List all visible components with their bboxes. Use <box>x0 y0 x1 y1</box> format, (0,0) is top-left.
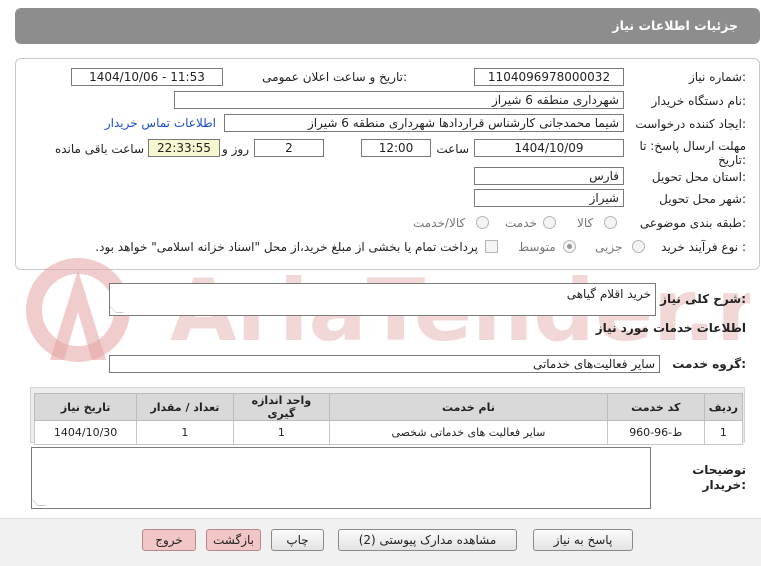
category-both-label: کالا/خدمت <box>413 216 466 230</box>
details-panel <box>15 58 760 270</box>
deadline-label-2: تاریخ: <box>718 153 746 167</box>
category-service-radio[interactable] <box>543 216 556 229</box>
deadline-label: مهلت ارسال پاسخ: تا <box>639 139 746 153</box>
need-number-field[interactable]: 1104096978000032 <box>474 68 624 86</box>
page-title: جزئیات اطلاعات نیاز <box>612 18 738 33</box>
service-group-field[interactable]: سایر فعالیت‌های خدماتی <box>109 355 660 373</box>
buyer-notes-label-2: خریدار: <box>702 478 746 492</box>
deadline-time-field[interactable]: 12:00 <box>361 139 431 157</box>
exit-button[interactable]: خروج <box>142 529 196 551</box>
description-label: شرح کلی نیاز: <box>660 292 746 306</box>
requester-field[interactable]: شیما محمدجانی کارشناس قراردادها شهرداری … <box>224 114 624 132</box>
attachments-button[interactable]: مشاهده مدارک پیوستی (2) <box>338 529 517 551</box>
remaining-time-field: 22:33:55 <box>148 139 220 157</box>
days-field[interactable]: 2 <box>254 139 324 157</box>
col-quantity: تعداد / مقدار <box>136 393 234 421</box>
requester-label: ایجاد کننده درخواست: <box>635 117 746 131</box>
deadline-date-field[interactable]: 1404/10/09 <box>474 139 624 157</box>
description-text: خرید اقلام گیاهی <box>566 287 651 301</box>
province-field[interactable]: فارس <box>474 167 624 185</box>
process-minor-label: جزیی <box>595 240 623 254</box>
col-need-date: تاریخ نیاز <box>33 393 138 421</box>
service-group-label: گروه خدمت: <box>672 357 746 371</box>
table-row[interactable]: 1 ط-96-960 سایر فعالیت های خدماتی شخصی 1… <box>33 420 744 445</box>
col-unit: واحد اندازه گیری <box>232 393 331 421</box>
services-section-title: اطلاعات خدمات مورد نیاز <box>595 321 746 335</box>
col-service-name: نام خدمت <box>329 393 608 421</box>
cell-quantity: 1 <box>136 420 234 445</box>
cell-service-name: سایر فعالیت های خدماتی شخصی <box>329 420 608 445</box>
reply-button[interactable]: پاسخ به نیاز <box>533 529 633 551</box>
services-table: ردیف کد خدمت نام خدمت واحد اندازه گیری ت… <box>33 393 744 445</box>
category-goods-label: کالا <box>577 216 594 230</box>
category-label: طبقه بندی موضوعی: <box>639 216 746 230</box>
process-label: نوع فرآیند خرید : <box>661 240 746 254</box>
category-service-label: خدمت <box>505 216 537 230</box>
col-service-code: کد خدمت <box>606 393 705 421</box>
services-table-panel: ردیف کد خدمت نام خدمت واحد اندازه گیری ت… <box>30 387 745 445</box>
process-minor-radio[interactable] <box>632 240 645 253</box>
buyer-contact-link[interactable]: اطلاعات تماس خریدار <box>105 116 216 130</box>
province-label: استان محل تحویل: <box>651 170 746 184</box>
print-button[interactable]: چاپ <box>271 529 324 551</box>
payment-note: پرداخت تمام یا بخشی از مبلغ خرید،از محل … <box>95 240 478 254</box>
days-label: روز و <box>222 142 249 156</box>
process-medium-radio[interactable] <box>563 240 576 253</box>
announce-label: تاریخ و ساعت اعلان عمومی: <box>262 70 407 84</box>
col-row: ردیف <box>703 393 744 421</box>
back-button[interactable]: بازگشت <box>206 529 261 551</box>
cell-row: 1 <box>703 420 744 445</box>
category-both-radio[interactable] <box>476 216 489 229</box>
announce-field[interactable]: 1404/10/06 - 11:53 <box>71 68 223 86</box>
cell-unit: 1 <box>232 420 331 445</box>
description-field[interactable]: خرید اقلام گیاهی <box>108 283 656 316</box>
buyer-org-field[interactable]: شهرداری منطقه 6 شیراز <box>174 91 624 109</box>
category-goods-radio[interactable] <box>604 216 617 229</box>
table-header-row: ردیف کد خدمت نام خدمت واحد اندازه گیری ت… <box>33 393 744 421</box>
cell-service-code: ط-96-960 <box>606 420 705 445</box>
process-medium-label: متوسط <box>518 240 556 254</box>
remaining-label: ساعت باقی مانده <box>54 142 144 156</box>
city-field[interactable]: شیراز <box>474 189 624 207</box>
treasury-payment-checkbox[interactable] <box>485 240 498 253</box>
buyer-notes-field[interactable] <box>30 447 651 509</box>
buyer-notes-label: توضیحات <box>692 463 746 477</box>
resize-grip-icon[interactable] <box>30 498 46 506</box>
time-label: ساعت <box>436 142 469 156</box>
need-number-label: شماره نیاز: <box>688 70 746 84</box>
resize-grip-icon[interactable] <box>108 305 124 313</box>
cell-need-date: 1404/10/30 <box>33 420 138 445</box>
page-header: جزئیات اطلاعات نیاز <box>15 8 760 44</box>
city-label: شهر محل تحویل: <box>659 192 746 206</box>
buyer-org-label: نام دستگاه خریدار: <box>651 94 747 108</box>
